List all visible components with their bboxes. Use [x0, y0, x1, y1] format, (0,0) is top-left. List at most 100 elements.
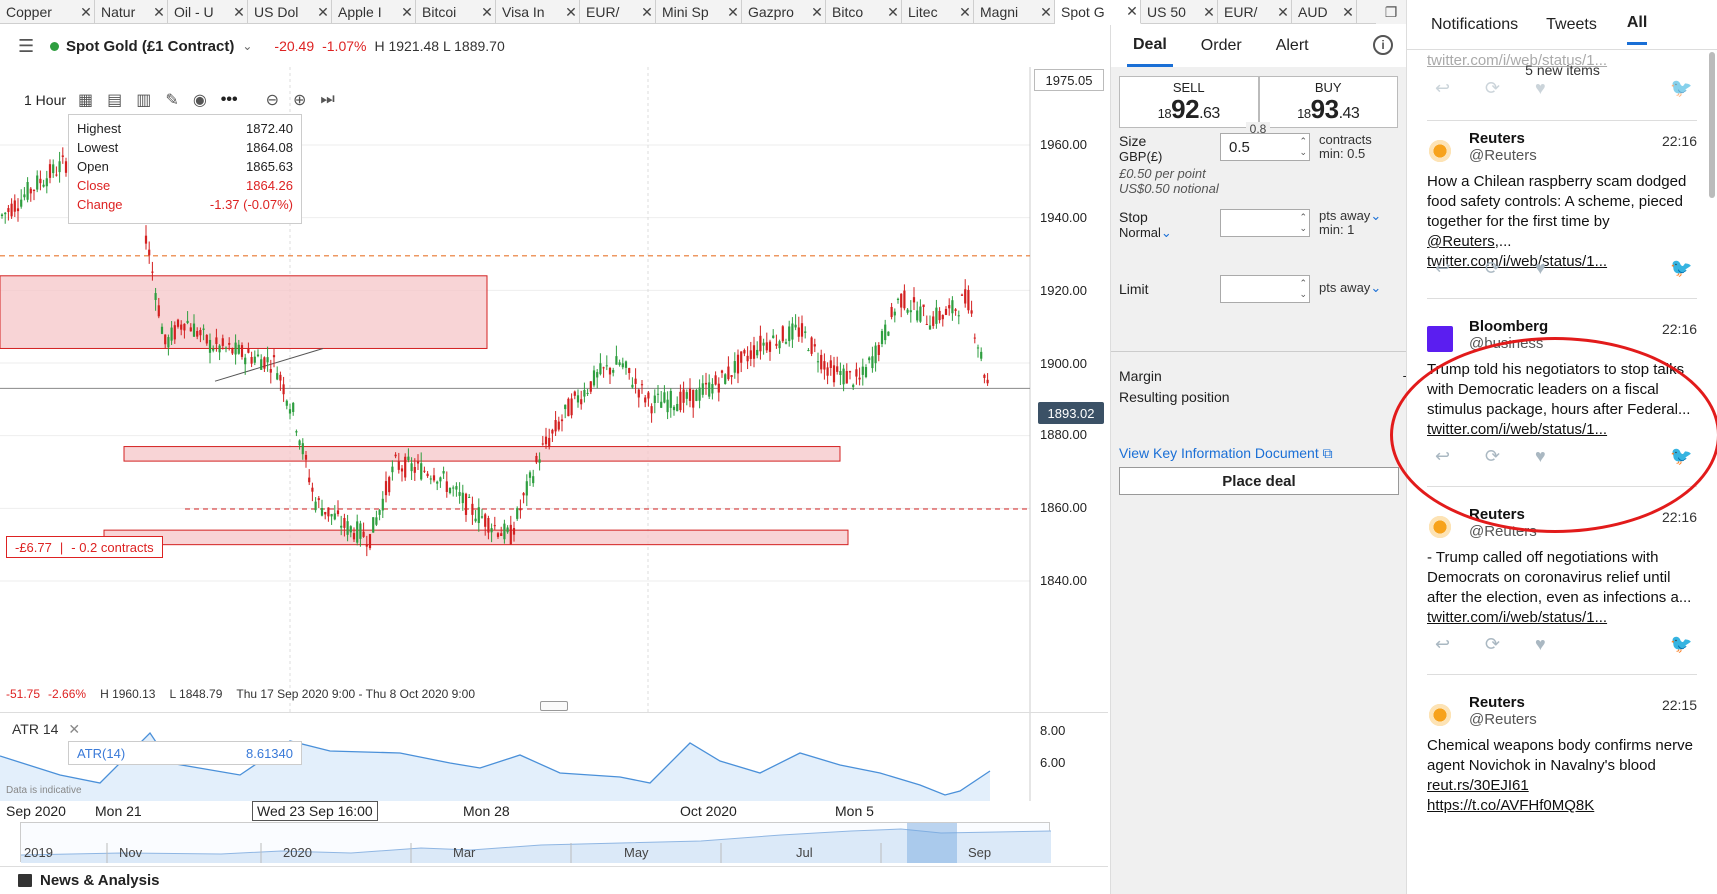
- instrument-tab[interactable]: US Dol ✕: [248, 0, 332, 24]
- tweet-link[interactable]: https://t.co/AVFHf0MQ8K: [1427, 797, 1594, 814]
- reuters-avatar[interactable]: [1427, 702, 1453, 728]
- instrument-tab[interactable]: Bitcoi ✕: [416, 0, 496, 24]
- twitter-bird-icon[interactable]: 🐦: [1670, 634, 1692, 655]
- date-axis[interactable]: Sep 2020 Mon 21 Mon 28 Oct 2020 Mon 5 We…: [0, 800, 1108, 822]
- instrument-tab[interactable]: Apple I ✕: [332, 0, 416, 24]
- pane-resize-handle[interactable]: [540, 701, 568, 711]
- twitter-bird-icon[interactable]: 🐦: [1670, 78, 1692, 99]
- close-tab-icon[interactable]: ✕: [151, 4, 167, 21]
- like-icon[interactable]: ♥: [1535, 78, 1546, 99]
- tweet-author-name[interactable]: Reuters: [1469, 506, 1525, 523]
- stepper-arrows-icon[interactable]: ⌃ ⌄: [1299, 212, 1307, 234]
- like-icon[interactable]: ♥: [1535, 446, 1546, 467]
- instrument-tab[interactable]: Copper ✕: [0, 0, 95, 24]
- tab-all[interactable]: All: [1626, 4, 1648, 45]
- limit-input[interactable]: ⌃ ⌄: [1220, 275, 1310, 303]
- tweet-mention-link[interactable]: @Reuters: [1427, 233, 1495, 250]
- close-tab-icon[interactable]: ✕: [1275, 4, 1291, 21]
- eye-icon[interactable]: ◉: [193, 90, 207, 110]
- hamburger-menu-icon[interactable]: ☰: [18, 36, 40, 57]
- limit-unit[interactable]: pts away⌄: [1319, 281, 1381, 295]
- sell-button[interactable]: SELL 1892.63: [1119, 76, 1259, 128]
- instrument-tab[interactable]: Bitco ✕: [826, 0, 902, 24]
- close-tab-icon[interactable]: ✕: [563, 4, 579, 21]
- new-items-banner[interactable]: 5 new items: [1407, 62, 1717, 78]
- tab-alert[interactable]: Alert: [1270, 27, 1315, 65]
- instrument-tab[interactable]: AUD ✕: [1292, 0, 1357, 24]
- close-tab-icon[interactable]: ✕: [1124, 3, 1140, 20]
- calendar-icon[interactable]: ▦: [78, 90, 93, 110]
- tweet-author-handle[interactable]: @business: [1469, 335, 1543, 352]
- instrument-tab[interactable]: Spot G ✕: [1055, 0, 1141, 24]
- chevron-down-icon[interactable]: ⌄: [242, 39, 252, 53]
- zoom-in-icon[interactable]: ⊕: [293, 90, 306, 110]
- tweet-author-name[interactable]: Reuters: [1469, 130, 1525, 147]
- tweet-author-handle[interactable]: @Reuters: [1469, 147, 1537, 164]
- twitter-bird-icon[interactable]: 🐦: [1670, 258, 1692, 279]
- like-icon[interactable]: ♥: [1535, 634, 1546, 655]
- close-tab-icon[interactable]: ✕: [1038, 4, 1054, 21]
- close-tab-icon[interactable]: ✕: [399, 4, 415, 21]
- price-axis[interactable]: 1960.00 1940.00 1920.00 1900.00 1880.00 1860.…: [1030, 67, 1108, 712]
- collapse-panel-icon[interactable]: »: [1125, 887, 1137, 894]
- stepper-arrows-icon[interactable]: ⌃ ⌄: [1299, 278, 1307, 300]
- tab-deal[interactable]: Deal: [1127, 26, 1173, 67]
- timeline-navigator[interactable]: 2019 Nov 2020 Mar May Jul Sep: [20, 822, 1051, 863]
- retweet-icon[interactable]: ⟳: [1485, 78, 1500, 99]
- tweet-mention-link[interactable]: reut.rs/30EJI61: [1427, 777, 1529, 794]
- reuters-avatar[interactable]: [1427, 138, 1453, 164]
- instrument-tab[interactable]: Gazpro ✕: [742, 0, 826, 24]
- close-tab-icon[interactable]: ✕: [315, 4, 331, 21]
- close-tab-icon[interactable]: ✕: [957, 4, 973, 21]
- close-tab-icon[interactable]: ✕: [1340, 4, 1356, 21]
- tweet-author-handle[interactable]: @Reuters: [1469, 711, 1537, 728]
- bloomberg-avatar[interactable]: [1427, 326, 1453, 352]
- instrument-name[interactable]: Spot Gold (£1 Contract): [66, 38, 234, 55]
- close-tab-icon[interactable]: ✕: [78, 4, 94, 21]
- atr-indicator-pane[interactable]: ATR 14 ✕ ATR(14) 8.61340 8.00 6.00 Data …: [0, 712, 1108, 801]
- tweet-author-handle[interactable]: @Reuters: [1469, 523, 1537, 540]
- buy-button[interactable]: BUY 1893.43: [1258, 76, 1398, 128]
- indicators-icon[interactable]: ▥: [136, 90, 151, 110]
- key-information-document-link[interactable]: View Key Information Document ⧉: [1119, 445, 1333, 462]
- info-icon[interactable]: i: [1373, 35, 1393, 55]
- instrument-tab[interactable]: Oil - U ✕: [168, 0, 248, 24]
- close-tab-icon[interactable]: ✕: [885, 4, 901, 21]
- navigator-selection[interactable]: [907, 823, 957, 863]
- close-tab-icon[interactable]: ✕: [809, 4, 825, 21]
- retweet-icon[interactable]: ⟳: [1485, 446, 1500, 467]
- close-tab-icon[interactable]: ✕: [725, 4, 741, 21]
- like-icon[interactable]: ♥: [1535, 258, 1546, 279]
- skip-to-end-icon[interactable]: ⏭: [320, 91, 334, 109]
- scrollbar[interactable]: [1709, 52, 1715, 198]
- reply-icon[interactable]: ↩: [1435, 634, 1450, 655]
- reuters-avatar[interactable]: [1427, 514, 1453, 540]
- size-input[interactable]: 0.5 ⌃ ⌄: [1220, 133, 1310, 161]
- twitter-bird-icon[interactable]: 🐦: [1670, 446, 1692, 467]
- pencil-draw-icon[interactable]: ✎: [165, 90, 178, 110]
- reply-icon[interactable]: ↩: [1435, 446, 1450, 467]
- instrument-tab[interactable]: Natur ✕: [95, 0, 168, 24]
- news-analysis-bar[interactable]: News & Analysis: [0, 866, 1108, 894]
- close-tab-icon[interactable]: ✕: [639, 4, 655, 21]
- close-tab-icon[interactable]: ✕: [231, 4, 247, 21]
- stop-input[interactable]: ⌃ ⌄: [1220, 209, 1310, 237]
- instrument-tab[interactable]: Visa In ✕: [496, 0, 580, 24]
- tab-tweets[interactable]: Tweets: [1546, 6, 1597, 44]
- instrument-tab[interactable]: Mini Sp ✕: [656, 0, 742, 24]
- instrument-tab[interactable]: Litec ✕: [902, 0, 974, 24]
- reply-icon[interactable]: ↩: [1435, 78, 1450, 99]
- close-icon[interactable]: ✕: [68, 721, 80, 737]
- tweet-card[interactable]: Reuters @Reuters 22:15 Chemical weapons bod…: [1427, 694, 1697, 864]
- tab-order[interactable]: Order: [1195, 27, 1248, 65]
- retweet-icon[interactable]: ⟳: [1485, 258, 1500, 279]
- instrument-tab[interactable]: EUR/ ✕: [1218, 0, 1292, 24]
- place-deal-button[interactable]: Place deal: [1119, 467, 1399, 495]
- retweet-icon[interactable]: ⟳: [1485, 634, 1500, 655]
- more-options-icon[interactable]: •••: [221, 91, 238, 109]
- zoom-out-icon[interactable]: ⊖: [266, 90, 279, 110]
- tweet-author-name[interactable]: Bloomberg: [1469, 318, 1548, 335]
- reply-icon[interactable]: ↩: [1435, 258, 1450, 279]
- open-position-tag[interactable]: -£6.77 | - 0.2 contracts: [6, 536, 163, 558]
- stepper-arrows-icon[interactable]: ⌃ ⌄: [1299, 136, 1307, 158]
